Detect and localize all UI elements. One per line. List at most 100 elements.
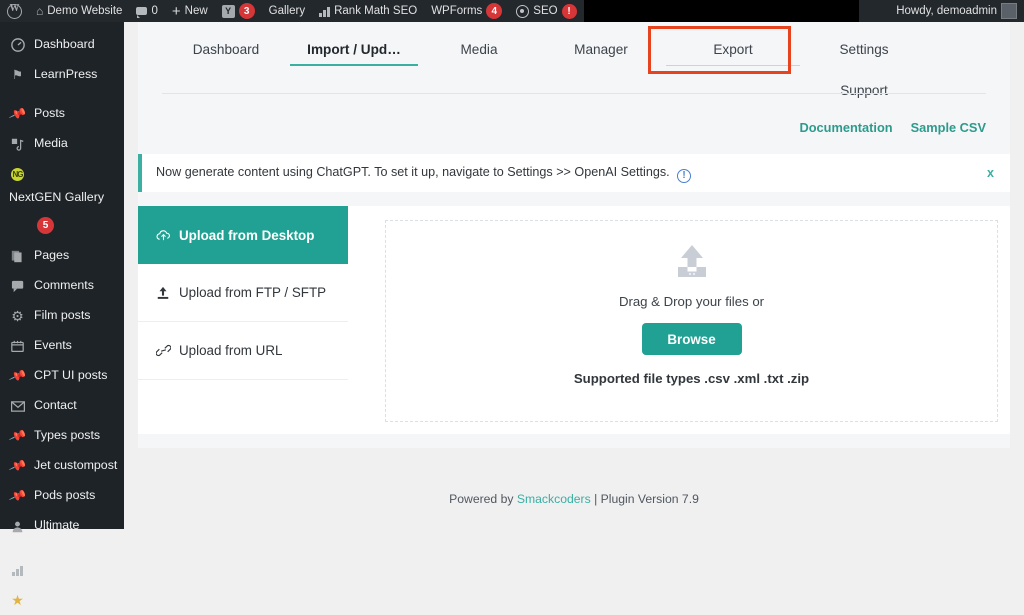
tab-support[interactable]: Support <box>804 65 924 106</box>
pin-icon: 📌 <box>9 106 26 122</box>
upload-from-url-tab[interactable]: Upload from URL <box>138 322 348 380</box>
upload-tab-label: Upload from FTP / SFTP <box>179 285 326 300</box>
avatar <box>1001 3 1017 19</box>
yoast-icon: Y <box>222 5 235 18</box>
tab-dashboard[interactable]: Dashboard <box>162 34 290 66</box>
upload-arrow-icon <box>155 286 171 300</box>
bar-chart-icon <box>9 562 26 578</box>
sidebar-item-types-posts[interactable]: 📌 Types posts <box>0 421 124 451</box>
notice-dismiss-button[interactable]: x <box>987 166 994 180</box>
comments-count: 0 <box>151 5 157 17</box>
seo-menu[interactable]: SEO ! <box>509 0 583 22</box>
sidebar-item-label: NextGEN Gallery <box>9 190 104 205</box>
tab-label: Media <box>460 42 497 57</box>
sidebar-item-jet-custompost[interactable]: 📌 Jet custompost <box>0 451 124 481</box>
my-account-menu[interactable]: Howdy, demoadmin <box>889 0 1024 22</box>
sidebar-item-comments[interactable]: Comments <box>0 271 124 301</box>
tab-manager[interactable]: Manager <box>540 34 662 66</box>
sidebar-item-rank-math-seo[interactable]: Rank Math SEO <box>0 555 124 585</box>
sidebar-item-pods-posts[interactable]: 📌 Pods posts <box>0 481 124 511</box>
home-icon: ⌂ <box>36 4 43 18</box>
wpforms-menu[interactable]: WPForms 4 <box>424 0 509 22</box>
sidebar-item-reviews[interactable]: ★ Reviews <box>0 585 124 615</box>
notice-body: Now generate content using ChatGPT. To s… <box>156 163 691 183</box>
sidebar-item-cpt-ui-posts[interactable]: 📌 CPT UI posts <box>0 361 124 391</box>
redacted-region <box>584 0 859 22</box>
sidebar-item-label: Contact <box>34 398 77 413</box>
sidebar-item-film-posts[interactable]: ⚙ Film posts <box>0 301 124 331</box>
seo-alert-badge: ! <box>562 4 577 19</box>
tab-label: Import / Upd… <box>307 42 401 57</box>
pin-icon: 📌 <box>9 368 26 384</box>
openai-notice: Now generate content using ChatGPT. To s… <box>138 154 1010 192</box>
helper-links[interactable]: Documentation Sample CSV <box>138 110 1010 140</box>
file-dropzone[interactable]: Drag & Drop your files or Browse Support… <box>385 220 998 422</box>
user-icon <box>9 518 26 534</box>
tab-label: Manager <box>574 42 628 57</box>
sidebar-separator <box>0 90 124 99</box>
wpforms-notification-badge: 4 <box>486 3 502 19</box>
wordpress-logo-menu[interactable] <box>0 0 29 22</box>
sidebar-item-learnpress[interactable]: ⚑ LearnPress <box>0 60 124 90</box>
sidebar-item-label: Media <box>34 136 68 151</box>
gallery-menu[interactable]: Gallery <box>262 0 312 22</box>
import-panel: Upload from Desktop Upload from FTP / SF… <box>138 206 1010 434</box>
sidebar-item-label: Ultimate Member <box>34 518 124 548</box>
wordpress-logo-icon <box>7 4 22 19</box>
media-icon <box>9 136 26 152</box>
info-icon: ! <box>677 169 691 183</box>
upload-from-desktop-tab[interactable]: Upload from Desktop <box>138 206 348 264</box>
new-content-menu[interactable]: + New <box>165 0 215 22</box>
comments-menu[interactable]: 0 <box>129 0 164 22</box>
sample-csv-link[interactable]: Sample CSV <box>911 120 986 135</box>
sidebar-item-pages[interactable]: Pages <box>0 241 124 271</box>
sidebar-item-posts[interactable]: 📌 Posts <box>0 99 124 129</box>
admin-sidebar[interactable]: Dashboard ⚑ LearnPress 📌 Posts Media NG … <box>0 22 124 529</box>
gear-icon <box>516 5 529 18</box>
sidebar-item-dashboard[interactable]: Dashboard <box>0 30 124 60</box>
upload-tab-label: Upload from URL <box>179 343 282 358</box>
pin-icon: 📌 <box>9 458 26 474</box>
sidebar-item-contact[interactable]: Contact <box>0 391 124 421</box>
sidebar-item-label: Comments <box>34 278 94 293</box>
tab-label: Dashboard <box>193 42 260 57</box>
sidebar-item-ultimate-member[interactable]: Ultimate Member <box>0 511 124 555</box>
site-name-menu[interactable]: ⌂ Demo Website <box>29 0 129 22</box>
upload-from-ftp-tab[interactable]: Upload from FTP / SFTP <box>138 264 348 322</box>
sidebar-item-label: Posts <box>34 106 65 121</box>
sidebar-item-media[interactable]: Media <box>0 129 124 159</box>
sidebar-item-events[interactable]: Events <box>0 331 124 361</box>
tab-export[interactable]: Export <box>662 34 804 66</box>
comment-icon <box>136 7 147 15</box>
documentation-link[interactable]: Documentation <box>799 120 892 135</box>
comment-icon <box>9 278 26 294</box>
link-icon <box>155 344 171 357</box>
rank-math-label: Rank Math SEO <box>334 5 417 17</box>
wpforms-label: WPForms <box>431 5 482 17</box>
rank-math-menu[interactable]: Rank Math SEO <box>312 0 424 22</box>
sidebar-item-label: Pods posts <box>34 488 95 503</box>
tab-label: Settings <box>839 42 888 57</box>
yoast-seo-menu[interactable]: Y 3 <box>215 0 262 22</box>
nextgen-update-badge: 5 <box>37 217 54 234</box>
tab-import-update[interactable]: Import / Upd… <box>290 34 418 66</box>
smackcoders-link[interactable]: Smackcoders <box>517 492 591 506</box>
tab-settings[interactable]: Settings <box>804 34 924 65</box>
calendar-icon <box>9 338 26 354</box>
tab-label: Export <box>713 42 752 57</box>
tab-label: Support <box>840 83 888 98</box>
tab-media[interactable]: Media <box>418 34 540 66</box>
browse-button[interactable]: Browse <box>642 323 742 355</box>
sidebar-item-label: Pages <box>34 248 69 263</box>
plugin-card: Dashboard Import / Upd… Media Manager Ex… <box>138 22 1010 448</box>
sidebar-item-label: CPT UI posts <box>34 368 107 383</box>
pin-icon: 📌 <box>9 488 26 504</box>
new-label: New <box>185 5 208 17</box>
sidebar-item-label: Dashboard <box>34 37 95 52</box>
yoast-notification-badge: 3 <box>239 3 255 19</box>
sidebar-item-nextgen-gallery[interactable]: NG NextGEN Gallery 5 <box>0 159 124 241</box>
tab-divider <box>162 93 986 94</box>
upload-source-tabs[interactable]: Upload from Desktop Upload from FTP / SF… <box>138 206 348 434</box>
tab-navigation[interactable]: Dashboard Import / Upd… Media Manager Ex… <box>138 22 1010 110</box>
notice-text: Now generate content using ChatGPT. To s… <box>156 165 670 179</box>
